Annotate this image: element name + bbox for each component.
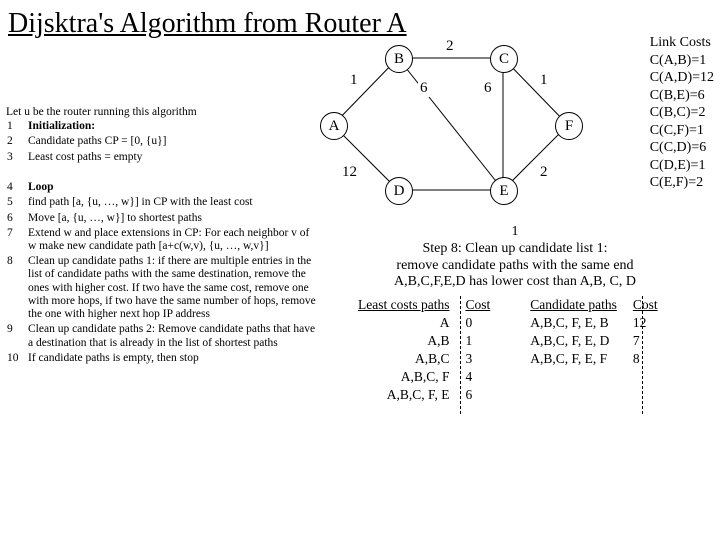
- node-a: A: [320, 112, 348, 140]
- step-line: Step 8: Clean up candidate list 1:: [350, 241, 680, 258]
- node-b: B: [385, 45, 413, 73]
- edge-cf: 1: [538, 72, 550, 89]
- edge-ab: 1: [348, 72, 360, 89]
- node-f: F: [555, 112, 583, 140]
- algo-intro: Let u be the router running this algorit…: [6, 106, 326, 119]
- lc-row: C(C,D)=6: [650, 139, 714, 157]
- lc-row: C(B,C)=2: [650, 104, 714, 122]
- lc-row: C(D,E)=1: [650, 157, 714, 175]
- link-costs-title: Link Costs: [650, 34, 714, 52]
- edge-be: 6: [418, 80, 430, 97]
- least-paths-table: Least costs pathsCost A0 A,B1 A,B,C3 A,B…: [350, 296, 498, 404]
- edge-ce: 6: [482, 80, 494, 97]
- lc-row: C(A,D)=12: [650, 69, 714, 87]
- algorithm-pseudocode: Let u be the router running this algorit…: [6, 106, 326, 366]
- lc-row: C(B,E)=6: [650, 87, 714, 105]
- node-d: D: [385, 177, 413, 205]
- step-red-one: 1: [512, 224, 519, 239]
- candidate-paths-table: Candidate pathsCost A,B,C, F, E, B12 A,B…: [522, 296, 665, 404]
- node-e: E: [490, 177, 518, 205]
- edge-bc: 2: [444, 38, 456, 55]
- lc-row: C(E,F)=2: [650, 174, 714, 192]
- link-costs: Link Costs C(A,B)=1 C(A,D)=12 C(B,E)=6 C…: [650, 34, 714, 192]
- network-graph: A B C D E F 1 2 1 6 6 12 2: [320, 40, 580, 210]
- step-line: A,B,C,F,E,D has lower cost than A,B, C, …: [350, 274, 680, 291]
- step-caption: 1 Step 8: Clean up candidate list 1: rem…: [350, 224, 680, 291]
- lc-row: C(A,B)=1: [650, 52, 714, 70]
- edge-ef: 2: [538, 164, 550, 181]
- step-line: remove candidate paths with the same end: [350, 258, 680, 275]
- paths-tables: Least costs pathsCost A0 A,B1 A,B,C3 A,B…: [350, 296, 700, 404]
- lc-row: C(C,F)=1: [650, 122, 714, 140]
- edge-ad: 12: [340, 164, 359, 181]
- graph-edges: [320, 40, 580, 210]
- page-title: Dijsktra's Algorithm from Router A: [8, 8, 712, 40]
- node-c: C: [490, 45, 518, 73]
